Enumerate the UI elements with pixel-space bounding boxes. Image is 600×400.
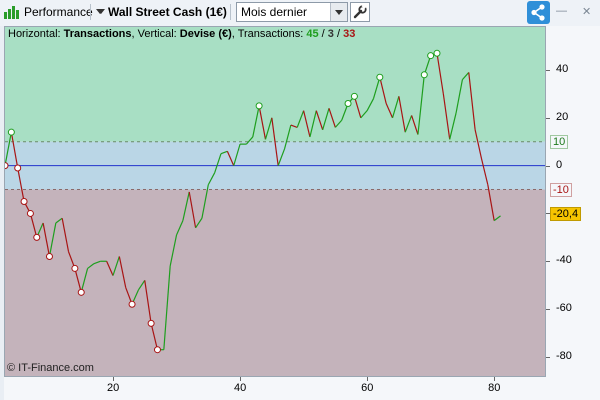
extreme-point-marker [5, 162, 9, 170]
y-tick-mark [546, 117, 550, 119]
x-tick-label: 40 [234, 382, 247, 394]
extreme-point-marker [255, 102, 263, 110]
performance-label: Performance [24, 5, 93, 19]
toolbar-divider [90, 4, 91, 20]
share-icon [531, 4, 545, 21]
transactions-prefix: , Transactions: [231, 28, 307, 40]
minimize-button[interactable]: — [556, 5, 567, 17]
extreme-point-marker [153, 346, 161, 354]
extreme-point-marker [420, 71, 428, 79]
y-tick-mark [546, 261, 550, 263]
credit-text: © IT-Finance.com [7, 362, 94, 374]
period-select-value: Mois dernier [241, 5, 308, 19]
current-value-badge: -20,4 [550, 207, 582, 222]
close-button[interactable]: ✕ [582, 5, 591, 18]
transactions-wins: 45 [306, 28, 319, 40]
share-button[interactable] [527, 1, 550, 24]
settings-button[interactable] [350, 2, 370, 22]
toolbar-divider [230, 4, 231, 20]
extreme-point-marker [350, 92, 358, 100]
wrench-icon [353, 4, 367, 19]
lower-threshold-badge: -10 [550, 182, 572, 197]
y-tick-label: 20 [556, 110, 569, 123]
extreme-point-marker [14, 164, 22, 172]
y-tick-mark [546, 309, 550, 311]
x-tick-label: 60 [361, 382, 374, 394]
x-tick-mark [240, 377, 242, 381]
profit-zone [5, 27, 545, 142]
y-tick-mark [546, 165, 550, 167]
dropdown-arrow-icon [330, 3, 347, 21]
x-tick-mark [113, 377, 114, 381]
extreme-point-marker [427, 52, 435, 60]
extreme-point-marker [33, 233, 41, 241]
y-tick-mark [546, 356, 550, 358]
upper-threshold-badge: 10 [550, 134, 569, 149]
extreme-point-marker [71, 264, 79, 272]
x-axis-panel [4, 377, 546, 400]
instrument-selector[interactable]: Wall Street Cash (1€) [96, 2, 227, 22]
performance-chart [4, 26, 546, 377]
toolbar: Performance Wall Street Cash (1€) Mois d… [0, 0, 600, 26]
extreme-point-marker [433, 49, 441, 57]
y-tick-label: 0 [556, 158, 563, 171]
chart-header: Horizontal: Transactions, Vertical: Devi… [8, 28, 355, 40]
extreme-point-marker [128, 300, 136, 308]
vertical-value: Devise (€) [179, 28, 232, 40]
transactions-sep: / [318, 28, 328, 40]
extreme-point-marker [77, 288, 85, 296]
transactions-sep: / [333, 28, 344, 40]
horizontal-value: Transactions [63, 28, 132, 40]
vertical-prefix: , Vertical: [131, 28, 180, 40]
y-tick-label: -40 [556, 254, 572, 267]
extreme-point-marker [7, 128, 15, 136]
y-tick-label: -60 [556, 302, 572, 315]
loss-zone [5, 189, 545, 376]
x-tick-mark [367, 377, 369, 381]
instrument-label: Wall Street Cash (1€) [108, 5, 227, 19]
extreme-point-marker [147, 319, 155, 327]
bar-chart-icon [4, 6, 19, 19]
y-tick-mark [546, 70, 550, 72]
extreme-point-marker [344, 99, 352, 107]
y-tick-label: -80 [556, 349, 572, 362]
extreme-point-marker [376, 73, 384, 81]
chevron-down-icon [96, 9, 104, 14]
horizontal-prefix: Horizontal: [8, 28, 64, 40]
extreme-point-marker [26, 209, 34, 217]
x-tick-label: 80 [488, 382, 501, 394]
extreme-point-marker [45, 252, 53, 260]
transactions-losses: 33 [343, 28, 356, 40]
x-tick-label: 20 [107, 382, 120, 394]
chart-plot [5, 27, 545, 376]
x-tick-mark [494, 377, 496, 381]
y-tick-label: 40 [556, 63, 569, 76]
period-select[interactable]: Mois dernier [236, 2, 348, 22]
extreme-point-marker [20, 198, 28, 205]
